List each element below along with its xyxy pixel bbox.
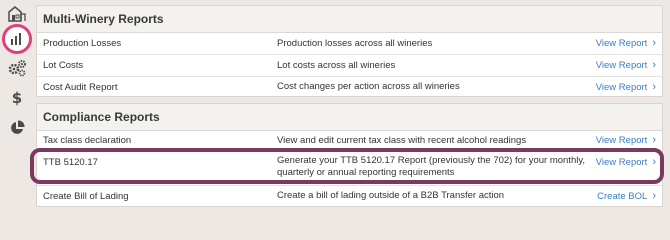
report-name: Lot Costs [43,60,84,71]
report-row: Production Losses Production losses acro… [37,33,662,55]
report-description: Production losses across all wineries [277,37,433,49]
gears-icon[interactable] [5,56,29,80]
report-description: View and edit current tax class with rec… [277,134,527,146]
report-row: Lot Costs Lot costs across all wineries … [37,55,662,77]
chevron-right-icon: › [652,134,656,146]
report-description: Generate your TTB 5120.17 Report (previo… [277,155,586,178]
chevron-right-icon: › [652,156,656,168]
chevron-right-icon: › [652,80,656,93]
compliance-panel: Compliance Reports Tax class declaration… [36,103,663,207]
create-bol-link[interactable]: Create BOL › [597,189,656,202]
multi-winery-panel: Multi-Winery Reports Production Losses P… [36,5,663,97]
link-label: View Report [595,135,648,146]
winery-icon[interactable] [5,2,29,26]
link-label: View Report [595,38,648,49]
link-label: Create BOL [597,190,648,202]
view-report-link[interactable]: View Report › [595,59,656,72]
report-row: Tax class declaration View and edit curr… [37,131,662,151]
report-name: Production Losses [43,38,122,49]
link-label: View Report [595,60,648,71]
report-name: TTB 5120.17 [43,157,98,168]
report-row: Cost Audit Report Cost changes per actio… [37,77,662,97]
chevron-right-icon: › [652,37,656,49]
dollar-icon[interactable]: $ [5,86,29,110]
dollar-glyph: $ [11,88,23,107]
view-report-link[interactable]: View Report › [595,156,656,169]
report-row: TTB 5120.17 Generate your TTB 5120.17 Re… [37,151,662,186]
report-name: Create Bill of Lading [43,190,129,202]
pie-chart-icon[interactable] [5,116,29,140]
report-row: Create Bill of Lading Create a bill of l… [37,186,662,206]
bar-chart-icon[interactable] [2,24,32,54]
report-description: Create a bill of lading outside of a B2B… [277,190,505,201]
report-description: Cost changes per action across all winer… [277,81,460,92]
report-name: Cost Audit Report [43,81,118,93]
report-description: Lot costs across all wineries [277,59,396,71]
chevron-right-icon: › [652,189,656,202]
view-report-link[interactable]: View Report › [595,37,656,50]
sidebar: $ [0,0,34,211]
link-label: View Report [595,157,648,168]
panel-title: Compliance Reports [37,104,662,131]
panel-title: Multi-Winery Reports [37,6,662,33]
report-name: Tax class declaration [43,135,132,146]
view-report-link[interactable]: View Report › [595,134,656,147]
link-label: View Report [595,81,648,93]
chevron-right-icon: › [652,59,656,71]
view-report-link[interactable]: View Report › [595,80,656,93]
